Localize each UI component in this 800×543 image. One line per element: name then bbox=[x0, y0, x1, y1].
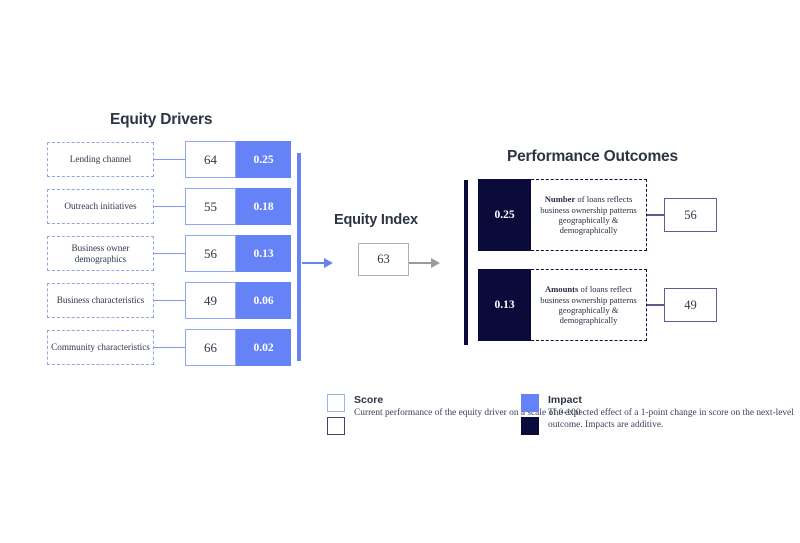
outcomes-aggregation-bar bbox=[464, 180, 468, 345]
driver-row: Business characteristics 49 0.06 bbox=[47, 282, 291, 319]
driver-score-box: 66 bbox=[185, 329, 236, 366]
outcome-score-box: 56 bbox=[664, 198, 717, 232]
arrow-drivers-to-index bbox=[302, 258, 333, 268]
outcome-impact-box: 0.25 bbox=[478, 179, 531, 251]
legend-impact-text: Impact The expected effect of a 1-point … bbox=[548, 394, 800, 431]
outcome-description: Number of loans reflects business owners… bbox=[531, 179, 647, 251]
equity-index-value-box: 63 bbox=[358, 243, 409, 276]
driver-row: Community characteristics 66 0.02 bbox=[47, 329, 291, 366]
equity-drivers-heading: Equity Drivers bbox=[110, 111, 213, 128]
legend-swatch-score-driver bbox=[327, 394, 345, 412]
outcome-description-emphasis: Amounts bbox=[544, 284, 579, 295]
outcome-description-emphasis: Number bbox=[544, 194, 576, 205]
outcome-impact-box: 0.13 bbox=[478, 269, 531, 341]
driver-score-box: 49 bbox=[185, 282, 236, 319]
outcome-connector bbox=[647, 304, 664, 306]
legend-score-swatches bbox=[327, 394, 345, 435]
outcome-connector bbox=[647, 214, 664, 216]
driver-label: Community characteristics bbox=[47, 330, 154, 365]
arrow-line bbox=[302, 262, 324, 264]
driver-label: Lending channel bbox=[47, 142, 154, 177]
driver-connector bbox=[154, 346, 185, 349]
driver-connector bbox=[154, 252, 185, 255]
diagram-canvas: Equity Drivers Equity Index Performance … bbox=[0, 0, 800, 543]
driver-connector bbox=[154, 205, 185, 208]
drivers-aggregation-bar bbox=[297, 153, 301, 361]
outcome-description: Amounts of loans reflect business owners… bbox=[531, 269, 647, 341]
driver-impact-box: 0.13 bbox=[236, 235, 291, 272]
driver-row: Lending channel 64 0.25 bbox=[47, 141, 291, 178]
equity-index-heading: Equity Index bbox=[334, 212, 418, 228]
driver-score-box: 56 bbox=[185, 235, 236, 272]
legend-swatch-score-outcome bbox=[327, 417, 345, 435]
driver-label: Business characteristics bbox=[47, 283, 154, 318]
driver-label: Business owner demographics bbox=[47, 236, 154, 271]
driver-label: Outreach initiatives bbox=[47, 189, 154, 224]
arrow-index-to-outcomes bbox=[409, 258, 440, 268]
performance-outcomes-heading: Performance Outcomes bbox=[507, 148, 678, 165]
arrow-head-icon bbox=[324, 258, 333, 268]
legend-impact-title: Impact bbox=[548, 394, 582, 406]
outcome-score-box: 49 bbox=[664, 288, 717, 322]
arrow-head-icon bbox=[431, 258, 440, 268]
outcome-row: 0.25 Number of loans reflects business o… bbox=[478, 179, 717, 251]
legend-swatch-impact-outcome bbox=[521, 417, 539, 435]
legend-impact: Impact The expected effect of a 1-point … bbox=[521, 394, 800, 435]
driver-impact-box: 0.25 bbox=[236, 141, 291, 178]
driver-row: Business owner demographics 56 0.13 bbox=[47, 235, 291, 272]
driver-impact-box: 0.18 bbox=[236, 188, 291, 225]
driver-impact-box: 0.02 bbox=[236, 329, 291, 366]
legend-impact-desc: The expected effect of a 1-point change … bbox=[548, 408, 794, 430]
arrow-line bbox=[409, 262, 431, 264]
driver-connector bbox=[154, 299, 185, 302]
outcome-row: 0.13 Amounts of loans reflect business o… bbox=[478, 269, 717, 341]
driver-score-box: 55 bbox=[185, 188, 236, 225]
driver-row: Outreach initiatives 55 0.18 bbox=[47, 188, 291, 225]
driver-connector bbox=[154, 158, 185, 161]
driver-impact-box: 0.06 bbox=[236, 282, 291, 319]
driver-score-box: 64 bbox=[185, 141, 236, 178]
legend-swatch-impact-driver bbox=[521, 394, 539, 412]
legend-impact-swatches bbox=[521, 394, 539, 435]
